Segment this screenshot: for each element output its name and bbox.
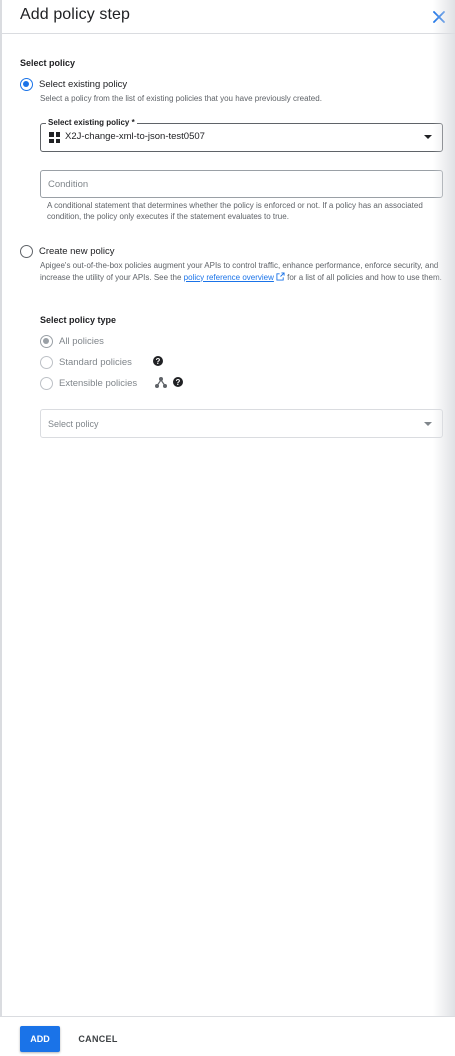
help-icon-extensible[interactable]: ? [173, 377, 183, 387]
select-existing-description: Select a policy from the list of existin… [40, 94, 322, 103]
radio-label-create-new: Create new policy [39, 246, 115, 257]
radio-label-extensible-policies: Extensible policies [59, 378, 138, 389]
extensible-icon [155, 377, 167, 388]
policy-type-title: Select policy type [40, 315, 117, 325]
close-button[interactable] [428, 6, 450, 28]
create-new-description-tail: for a list of all policies and how to us… [284, 272, 442, 282]
condition-placeholder: Condition [48, 179, 89, 190]
existing-policy-value: X2J-change-xml-to-json-test0507 [65, 131, 205, 142]
create-new-description: Apigee's out-of-the-box policies augment… [40, 261, 443, 283]
chevron-down-icon[interactable] [424, 135, 432, 139]
radio-create-new-policy[interactable] [20, 245, 33, 258]
policy-select-placeholder: Select policy [48, 419, 99, 429]
panel-right-shadow [433, 0, 455, 1056]
add-button[interactable]: ADD [20, 1026, 60, 1052]
panel-title: Add policy step [20, 6, 131, 23]
radio-select-existing-policy[interactable] [20, 78, 33, 91]
existing-policy-select[interactable]: Select existing policy * X2J-change-xml-… [40, 118, 443, 152]
panel-header: Add policy step [0, 0, 455, 34]
policy-select[interactable]: Select policy [40, 409, 443, 438]
help-icon-standard[interactable]: ? [153, 356, 163, 366]
condition-hint: A conditional statement that determines … [47, 201, 423, 221]
chevron-down-icon[interactable] [424, 422, 432, 426]
existing-policy-select-legend: Select existing policy * [46, 118, 137, 127]
radio-label-standard-policies: Standard policies [59, 357, 132, 368]
panel-left-border [0, 0, 2, 1056]
cancel-button[interactable]: CANCEL [72, 1026, 124, 1052]
radio-extensible-policies[interactable] [40, 377, 53, 390]
radio-label-all-policies: All policies [59, 336, 104, 347]
external-link-icon [276, 271, 285, 281]
close-icon [433, 11, 445, 23]
radio-label-select-existing: Select existing policy [39, 79, 128, 90]
policy-type-icon [49, 132, 60, 143]
radio-standard-policies[interactable] [40, 356, 53, 369]
policy-reference-link[interactable]: policy reference overview [184, 273, 274, 282]
panel-footer: ADD CANCEL [0, 1016, 455, 1056]
radio-all-policies[interactable] [40, 335, 53, 348]
section-title-select-policy: Select policy [20, 58, 76, 68]
condition-input[interactable]: Condition [40, 170, 443, 198]
